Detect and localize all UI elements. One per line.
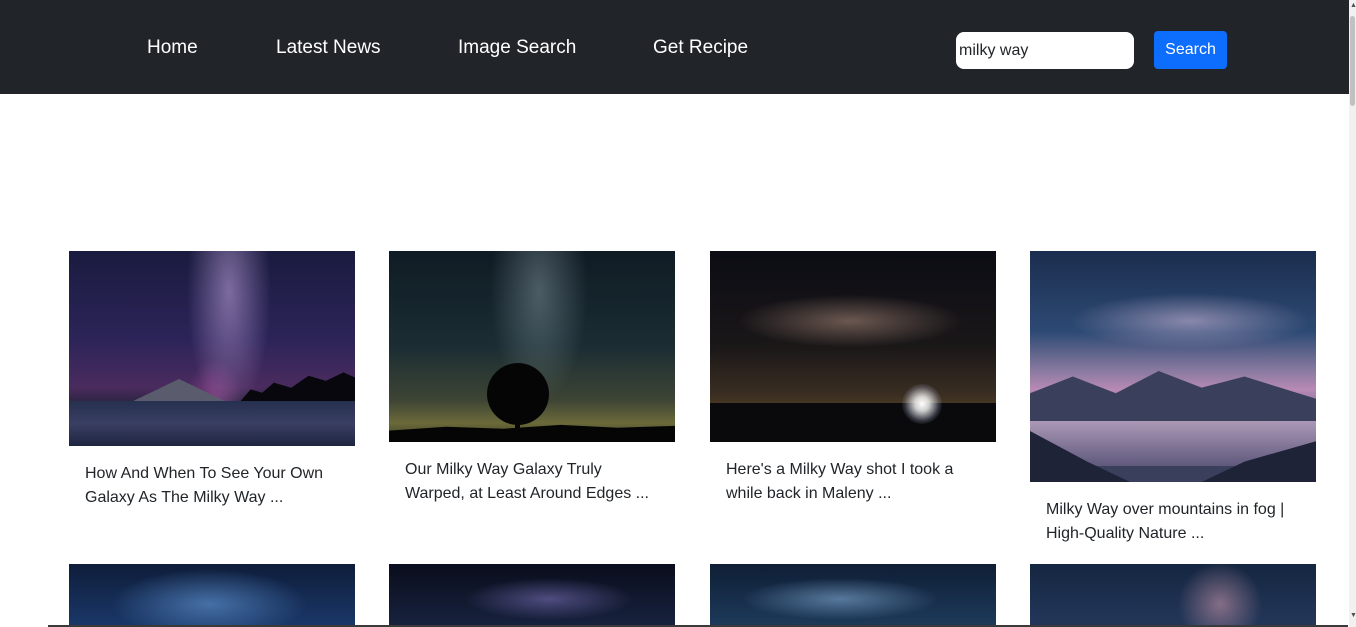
result-image[interactable] <box>69 564 355 625</box>
result-card[interactable] <box>1030 564 1316 625</box>
result-card[interactable] <box>389 564 675 625</box>
scroll-up-arrow-icon[interactable]: ▲ <box>1350 2 1356 9</box>
nav-link-get-recipe[interactable]: Get Recipe <box>653 36 748 60</box>
result-card[interactable]: Our Milky Way Galaxy Truly Warped, at Le… <box>389 251 675 506</box>
headlight-glow <box>902 384 942 424</box>
treeline-silhouette <box>239 372 355 403</box>
result-card[interactable] <box>69 564 355 625</box>
top-navbar: Home Latest News Image Search Get Recipe… <box>0 0 1349 94</box>
result-caption: Milky Way over mountains in fog | High-Q… <box>1046 501 1285 542</box>
lake-reflection <box>69 401 355 446</box>
result-image[interactable] <box>389 251 675 442</box>
ground-silhouette <box>389 424 675 442</box>
scrollbar-thumb[interactable] <box>1350 16 1355 106</box>
nav-link-latest-news[interactable]: Latest News <box>276 36 381 60</box>
ground-silhouette <box>710 403 996 442</box>
result-image[interactable] <box>389 564 675 625</box>
vertical-scrollbar[interactable]: ▲ ▼ <box>1349 0 1356 627</box>
result-image[interactable] <box>1030 564 1316 625</box>
scroll-down-arrow-icon[interactable]: ▼ <box>1350 612 1356 619</box>
result-card[interactable]: Milky Way over mountains in fog | High-Q… <box>1030 251 1316 546</box>
search-input[interactable] <box>956 32 1134 69</box>
result-caption: How And When To See Your Own Galaxy As T… <box>85 465 324 506</box>
result-image[interactable] <box>710 251 996 442</box>
result-caption: Here's a Milky Way shot I took a while b… <box>726 461 954 502</box>
result-image[interactable] <box>69 251 355 446</box>
result-card[interactable]: Here's a Milky Way shot I took a while b… <box>710 251 996 506</box>
search-button[interactable]: Search <box>1154 31 1227 69</box>
mountain-shape <box>129 379 229 403</box>
result-image[interactable] <box>1030 251 1316 482</box>
result-card[interactable]: How And When To See Your Own Galaxy As T… <box>69 251 355 510</box>
result-card[interactable] <box>710 564 996 625</box>
result-image[interactable] <box>710 564 996 625</box>
result-caption: Our Milky Way Galaxy Truly Warped, at Le… <box>405 461 649 502</box>
nav-link-home[interactable]: Home <box>147 36 198 60</box>
nav-link-image-search[interactable]: Image Search <box>458 36 576 60</box>
